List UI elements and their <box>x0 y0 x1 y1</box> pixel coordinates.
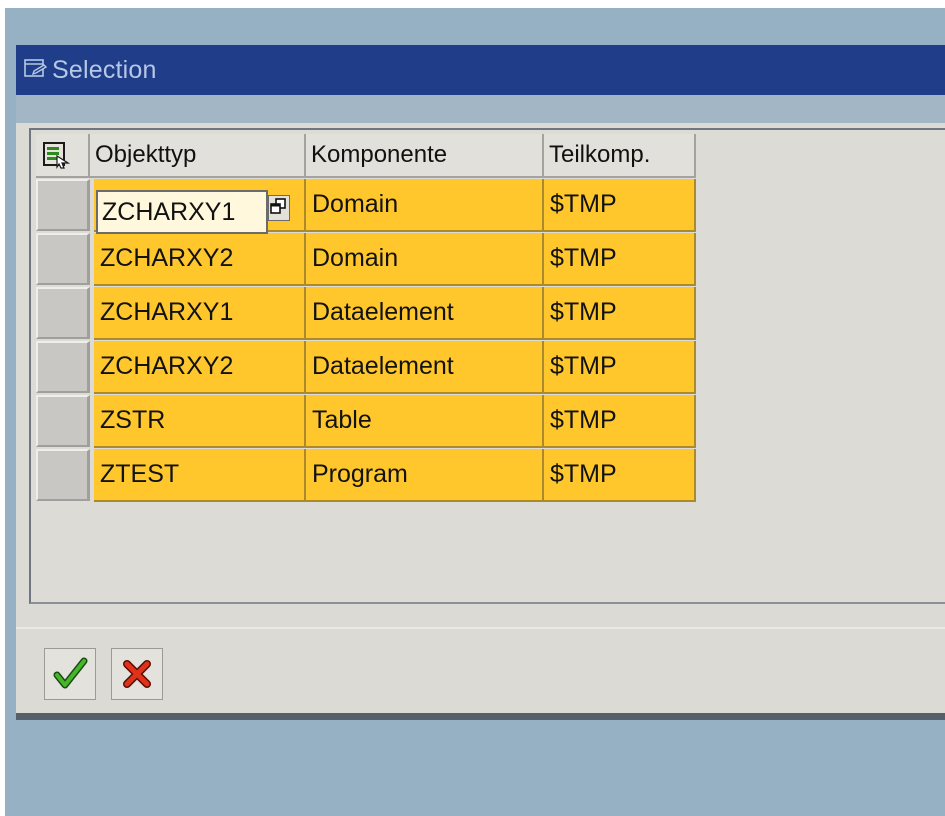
table-layout-icon[interactable] <box>42 141 70 169</box>
table-cell[interactable]: ZCHARXY2 <box>94 233 306 286</box>
focused-cell-input[interactable]: ZCHARXY1 <box>96 190 268 234</box>
table-cell[interactable]: $TMP <box>544 395 696 448</box>
table-cell[interactable]: ZCHARXY2 <box>94 341 306 394</box>
dialog-bottom-border <box>16 713 945 720</box>
table-cell[interactable]: $TMP <box>544 341 696 394</box>
table-cell[interactable]: ZCHARXY1 <box>94 287 306 340</box>
checkmark-icon <box>53 657 88 689</box>
dialog-window-icon <box>24 59 47 77</box>
value-help-button[interactable] <box>268 195 290 221</box>
table-cell[interactable]: Dataelement <box>306 287 544 340</box>
row-selector[interactable] <box>36 179 90 231</box>
column-header-teilkomp[interactable]: Teilkomp. <box>544 134 696 178</box>
table-cell[interactable]: Table <box>306 395 544 448</box>
dialog-title-bar[interactable]: Selection <box>16 45 945 95</box>
confirm-button[interactable] <box>44 648 96 700</box>
selection-dialog: Selection Objekttyp Komponente Teilkomp.… <box>16 45 945 720</box>
table-cell[interactable]: Domain <box>306 233 544 286</box>
table-cell[interactable]: $TMP <box>544 449 696 502</box>
table-cell[interactable]: $TMP <box>544 287 696 340</box>
value-help-icon <box>270 198 286 214</box>
table-cell[interactable]: $TMP <box>544 179 696 232</box>
table-cell[interactable]: ZTEST <box>94 449 306 502</box>
row-selector[interactable] <box>36 341 90 393</box>
table-cell[interactable]: Dataelement <box>306 341 544 394</box>
dialog-button-bar <box>16 627 945 720</box>
column-header-objekttyp[interactable]: Objekttyp <box>90 134 306 178</box>
cancel-x-icon <box>123 660 151 688</box>
table-cell[interactable]: ZSTR <box>94 395 306 448</box>
table-cell[interactable]: $TMP <box>544 233 696 286</box>
title-separator <box>16 95 945 123</box>
row-selector[interactable] <box>36 233 90 285</box>
table-corner-cell[interactable] <box>36 134 90 178</box>
row-selector[interactable] <box>36 287 90 339</box>
row-selector[interactable] <box>36 449 90 501</box>
column-header-komponente[interactable]: Komponente <box>306 134 544 178</box>
table-cell[interactable]: Domain <box>306 179 544 232</box>
table-cell[interactable]: Program <box>306 449 544 502</box>
row-selector[interactable] <box>36 395 90 447</box>
cancel-button[interactable] <box>111 648 163 700</box>
dialog-title: Selection <box>52 56 157 84</box>
